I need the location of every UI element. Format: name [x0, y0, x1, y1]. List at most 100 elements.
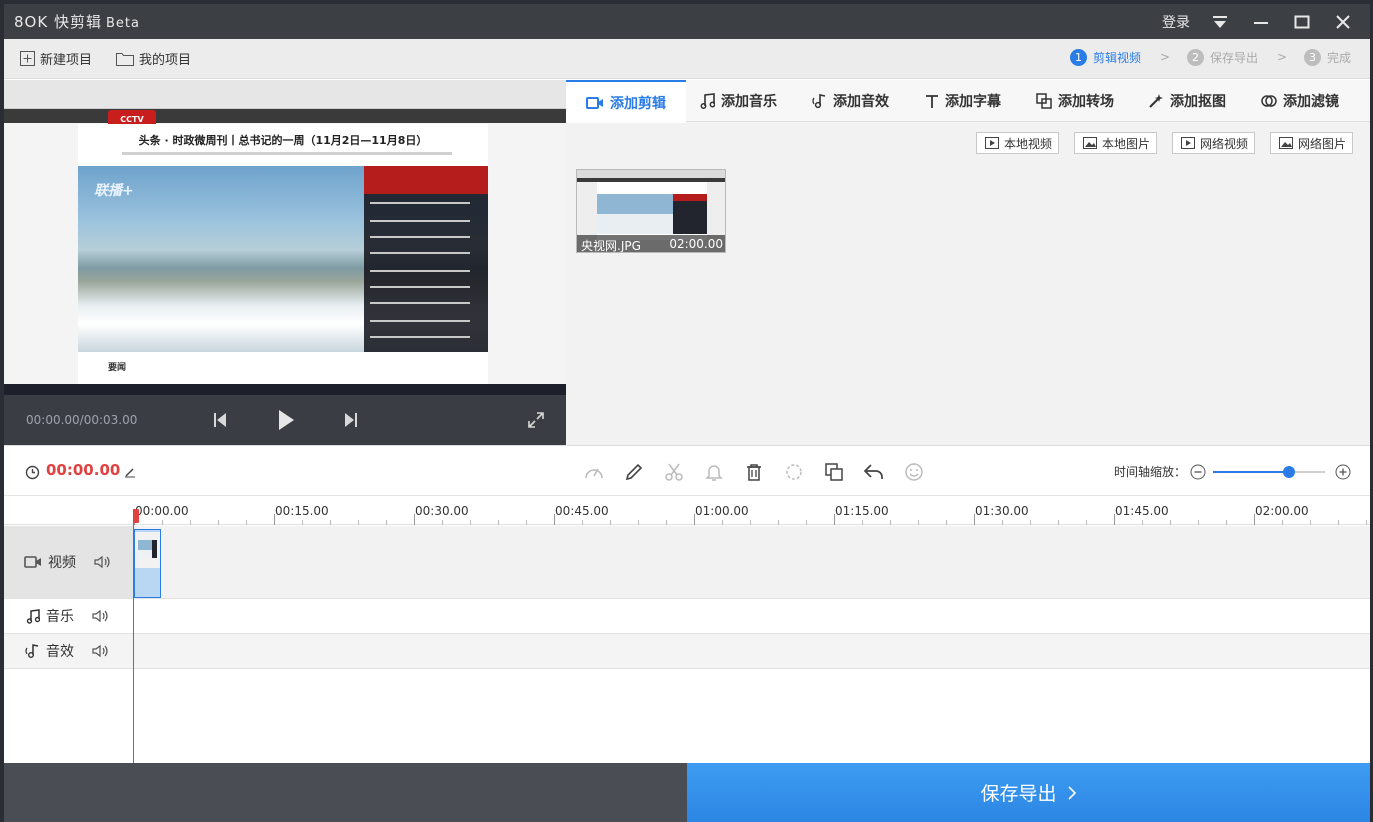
- save-export-label: 保存导出: [980, 783, 1057, 805]
- zoom-label: 时间轴缩放：: [1114, 465, 1187, 479]
- step-number: 1: [1070, 49, 1087, 66]
- ruler-tick-label: 01:45.00: [1115, 504, 1169, 518]
- maximize-icon[interactable]: [1288, 8, 1316, 36]
- filter-icon: [1261, 95, 1277, 107]
- ruler-minor-tick: [1142, 520, 1143, 525]
- online-video-button[interactable]: 网络视频: [1172, 132, 1256, 154]
- music-note-icon: [700, 93, 715, 109]
- speed-icon[interactable]: [582, 460, 606, 484]
- timeline-empty-area[interactable]: [4, 669, 1370, 763]
- ruler-minor-tick: [946, 520, 947, 525]
- tab-add-clip[interactable]: 添加剪辑: [566, 80, 686, 123]
- zoom-out-icon[interactable]: [1186, 460, 1210, 484]
- step-number: 3: [1304, 49, 1321, 66]
- step-label: 完成: [1327, 51, 1352, 65]
- new-project-button[interactable]: 新建项目: [20, 49, 92, 68]
- zoom-slider-handle[interactable]: [1283, 466, 1296, 478]
- next-frame-icon[interactable]: [341, 410, 361, 430]
- my-projects-button[interactable]: 我的项目: [116, 49, 191, 68]
- scissors-icon[interactable]: [662, 460, 686, 484]
- ruler-tick-label: 01:30.00: [975, 504, 1029, 518]
- news-line: [370, 202, 470, 204]
- tab-add-transition[interactable]: 添加转场: [1036, 80, 1114, 122]
- music-track-lane[interactable]: [134, 599, 1370, 633]
- ruler-tick-label: 00:15.00: [275, 504, 329, 518]
- button-label: 本地视频: [1004, 136, 1053, 151]
- play-icon[interactable]: [274, 407, 298, 433]
- rotate-icon[interactable]: [782, 460, 806, 484]
- webpage-subline: [122, 152, 452, 155]
- delete-icon[interactable]: [742, 460, 766, 484]
- clock-icon: [20, 460, 44, 484]
- current-time: 00:00.00: [46, 461, 121, 479]
- ruler-minor-tick: [358, 520, 359, 525]
- local-image-button[interactable]: 本地图片: [1074, 132, 1158, 154]
- ruler-minor-tick: [218, 520, 219, 525]
- ruler-minor-tick: [162, 520, 163, 525]
- app-title: 快剪辑: [53, 13, 102, 31]
- volume-icon[interactable]: [92, 644, 110, 658]
- ruler-minor-tick: [638, 520, 639, 525]
- fullscreen-icon[interactable]: [526, 410, 546, 430]
- zoom-slider[interactable]: [1213, 466, 1325, 478]
- webpage-content: 头条 · 时政微周刊丨总书记的一周（11月2日—11月8日） 联播+ 要闻: [78, 124, 488, 395]
- ruler-minor-tick: [442, 520, 443, 525]
- pencil-icon[interactable]: [622, 460, 646, 484]
- ruler-minor-tick: [246, 520, 247, 525]
- ruler-minor-tick: [1338, 520, 1339, 525]
- music-note-icon: [26, 608, 40, 624]
- plus-square-icon: [20, 51, 35, 66]
- minimize-icon[interactable]: [1247, 8, 1275, 36]
- video-track-lane[interactable]: [134, 526, 1370, 598]
- ruler-tick-label: 00:30.00: [415, 504, 469, 518]
- tab-add-cutout[interactable]: 添加抠图: [1148, 80, 1226, 122]
- button-label: 网络图片: [1298, 136, 1347, 151]
- online-video-icon: [1181, 137, 1195, 149]
- logo-mark-icon: 8OK: [14, 13, 49, 31]
- timeline-ruler[interactable]: 00:00.00 00:15.00 00:30.00 00:45.00 01:00.00…: [4, 497, 1370, 525]
- volume-icon[interactable]: [92, 609, 110, 623]
- zoom-in-icon[interactable]: [1331, 460, 1355, 484]
- ruler-minor-tick: [470, 520, 471, 525]
- local-video-button[interactable]: 本地视频: [976, 132, 1060, 154]
- bell-icon[interactable]: [702, 460, 726, 484]
- edit-time-icon[interactable]: [118, 460, 142, 484]
- tab-add-music[interactable]: 添加音乐: [700, 80, 777, 122]
- close-icon[interactable]: [1329, 8, 1357, 36]
- ruler-minor-tick: [1226, 520, 1227, 525]
- track-label: 音效: [46, 644, 74, 660]
- sound-effect-icon: [812, 94, 826, 109]
- ruler-minor-tick: [862, 520, 863, 525]
- news-line: [370, 320, 470, 322]
- playback-time: 00:00.00/00:03.00: [26, 413, 138, 427]
- tab-add-sound-effect[interactable]: 添加音效: [811, 80, 889, 122]
- tab-add-filter[interactable]: 添加滤镜: [1261, 80, 1339, 122]
- media-clip-card[interactable]: 央视网.JPG 02:00.00: [576, 169, 726, 253]
- ruler-minor-tick: [1198, 520, 1199, 525]
- menu-dropdown-icon[interactable]: [1206, 8, 1234, 36]
- ruler-minor-tick: [498, 520, 499, 525]
- playhead-line[interactable]: [133, 509, 134, 763]
- video-track-clip[interactable]: [134, 529, 161, 598]
- previous-frame-icon[interactable]: [210, 410, 230, 430]
- emoji-sticker-icon[interactable]: [902, 460, 926, 484]
- ruler-tick-label: 00:00.00: [135, 504, 189, 518]
- video-track: 视频: [4, 526, 1370, 599]
- ruler-minor-tick: [890, 520, 891, 525]
- volume-icon[interactable]: [94, 555, 112, 569]
- ruler-tick-label: 01:15.00: [835, 504, 889, 518]
- news-line: [370, 220, 470, 222]
- copy-icon[interactable]: [822, 460, 846, 484]
- login-link[interactable]: 登录: [1162, 12, 1190, 32]
- tab-add-subtitle[interactable]: 添加字幕: [925, 80, 1001, 122]
- undo-icon[interactable]: [862, 460, 886, 484]
- tab-label: 添加剪辑: [610, 95, 666, 112]
- online-image-button[interactable]: 网络图片: [1270, 132, 1354, 154]
- step-label: 保存导出: [1210, 51, 1259, 65]
- clip-name: 央视网.JPG: [581, 239, 641, 253]
- media-panel: 添加剪辑 添加音乐 添加音效 添加字幕 添加转场 添加抠图 添加滤镜 本地视频 …: [566, 80, 1370, 445]
- news-line: [370, 302, 470, 304]
- sound-effect-track-lane[interactable]: [134, 634, 1370, 668]
- online-image-icon: [1279, 137, 1293, 149]
- save-export-button[interactable]: 保存导出: [687, 763, 1370, 822]
